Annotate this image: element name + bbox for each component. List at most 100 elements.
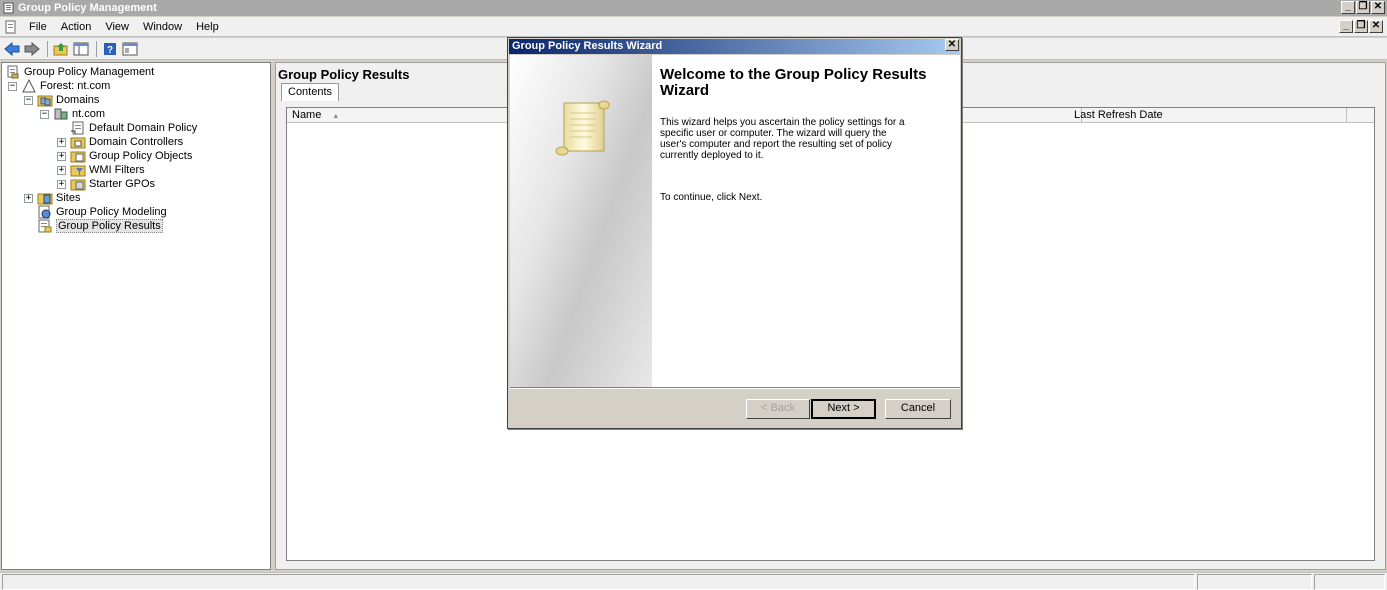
tree-label: Starter GPOs	[89, 178, 156, 190]
tree-item-domains[interactable]: − Domains	[24, 93, 99, 107]
gpmc-root-icon	[5, 65, 21, 79]
up-one-level-button[interactable]	[52, 40, 70, 58]
status-cell-3	[1314, 574, 1385, 590]
tree-item-root[interactable]: Group Policy Management	[5, 65, 154, 79]
app-title-bar[interactable]: Group Policy Management _ ❐ ✕	[0, 0, 1387, 16]
collapse-toggle[interactable]: −	[24, 95, 33, 105]
up-folder-icon	[53, 42, 68, 55]
minimize-button[interactable]: _	[1341, 1, 1355, 14]
console-tree[interactable]: Group Policy Management − Forest: nt.com…	[1, 62, 271, 570]
properties-button[interactable]	[121, 40, 139, 58]
scroll-icon	[555, 100, 610, 156]
pane-title: Group Policy Results	[278, 67, 410, 82]
help-icon: ?	[104, 42, 116, 56]
child-close-button[interactable]: ✕	[1369, 20, 1383, 33]
menu-view[interactable]: View	[98, 21, 136, 33]
wizard-heading: Welcome to the Group Policy Results Wiza…	[660, 66, 927, 99]
tree-item-starter-gpos[interactable]: + Starter GPOs	[57, 177, 155, 191]
collapse-toggle[interactable]: −	[40, 109, 49, 119]
tree-label: Sites	[56, 192, 81, 204]
menu-window[interactable]: Window	[136, 21, 189, 33]
filter-folder-icon	[70, 163, 86, 177]
status-bar	[0, 572, 1387, 590]
forest-icon	[21, 79, 37, 93]
tree-label: Domains	[56, 94, 100, 106]
wizard-continue-text: To continue, click Next.	[660, 192, 763, 203]
gpo-folder-icon	[70, 149, 86, 163]
ou-folder-icon	[70, 135, 86, 149]
app-title: Group Policy Management	[18, 2, 157, 14]
menu-bar: File Action View Window Help _ ❐ ✕	[0, 17, 1387, 37]
restore-button[interactable]: ❐	[1356, 1, 1370, 14]
menu-action[interactable]: Action	[54, 21, 99, 33]
expand-toggle[interactable]: +	[57, 179, 66, 189]
modeling-icon	[37, 205, 53, 219]
tree-label: Default Domain Policy	[89, 122, 198, 134]
sites-icon	[37, 191, 53, 205]
column-header-last-refresh-date[interactable]: Last Refresh Date	[1069, 108, 1347, 123]
toolbar-separator	[96, 40, 97, 57]
dialog-close-button[interactable]: ✕	[945, 39, 959, 51]
domains-folder-icon	[37, 93, 53, 107]
domain-icon	[53, 107, 69, 121]
tree-label: Group Policy Modeling	[56, 206, 167, 218]
back-button[interactable]	[3, 40, 21, 58]
sort-ascending-icon: ▲	[332, 113, 340, 120]
show-hide-tree-button[interactable]	[72, 40, 90, 58]
help-button[interactable]: ?	[101, 40, 119, 58]
column-label: Last Refresh Date	[1074, 109, 1163, 121]
tree-item-wmi-filters[interactable]: + WMI Filters	[57, 163, 145, 177]
gp-results-wizard-dialog: Group Policy Results Wizard ✕ Welcome to…	[507, 37, 962, 429]
gpmc-app-icon	[3, 2, 14, 14]
close-button[interactable]: ✕	[1371, 1, 1385, 14]
wizard-body: Welcome to the Group Policy Results Wiza…	[652, 55, 960, 387]
tree-item-forest[interactable]: − Forest: nt.com	[8, 79, 110, 93]
tree-label: Group Policy Management	[24, 66, 155, 78]
tree-label: nt.com	[72, 108, 106, 120]
forward-button[interactable]	[23, 40, 41, 58]
wizard-description: This wizard helps you ascertain the poli…	[660, 117, 905, 161]
tab-contents[interactable]: Contents	[281, 83, 340, 101]
tree-label: Domain Controllers	[89, 136, 184, 148]
tree-item-gp-modeling[interactable]: Group Policy Modeling	[37, 205, 167, 219]
cancel-button[interactable]: Cancel	[885, 399, 951, 419]
wizard-banner	[510, 55, 652, 387]
collapse-toggle[interactable]: −	[8, 81, 17, 91]
system-menu-icon[interactable]	[4, 20, 18, 34]
dialog-title: Group Policy Results Wizard	[512, 40, 663, 52]
tree-item-group-policy-objects[interactable]: + Group Policy Objects	[57, 149, 192, 163]
status-cell-main	[2, 574, 1195, 590]
child-restore-button[interactable]: ❐	[1354, 20, 1368, 33]
expand-toggle[interactable]: +	[57, 165, 66, 175]
starter-gpo-folder-icon	[70, 177, 86, 191]
menu-file[interactable]: File	[22, 21, 54, 33]
svg-text:?: ?	[107, 45, 113, 56]
tree-item-domain-controllers[interactable]: + Domain Controllers	[57, 135, 183, 149]
toolbar-separator	[47, 40, 48, 57]
status-cell-2	[1197, 574, 1312, 590]
tree-label-selected: Group Policy Results	[56, 219, 163, 233]
results-icon	[37, 219, 53, 233]
expand-toggle[interactable]: +	[57, 151, 66, 161]
back-button[interactable]: < Back	[746, 399, 810, 419]
tree-label: Group Policy Objects	[89, 150, 193, 162]
properties-icon	[122, 42, 138, 55]
child-minimize-button[interactable]: _	[1339, 20, 1353, 33]
column-label: Name	[292, 109, 322, 121]
dialog-title-bar[interactable]: Group Policy Results Wizard	[509, 39, 960, 54]
tree-label: WMI Filters	[89, 164, 145, 176]
next-button[interactable]: Next >	[811, 399, 876, 419]
gpo-link-icon	[70, 121, 86, 135]
tree-item-gp-results[interactable]: Group Policy Results	[37, 219, 163, 233]
menu-help[interactable]: Help	[189, 21, 226, 33]
back-arrow-icon	[4, 41, 20, 56]
show-hide-tree-icon	[73, 42, 89, 55]
dialog-divider	[510, 387, 960, 389]
tree-item-sites[interactable]: + Sites	[24, 191, 80, 205]
tree-label: Forest: nt.com	[40, 80, 111, 92]
tree-item-default-domain-policy[interactable]: Default Domain Policy	[70, 121, 197, 135]
expand-toggle[interactable]: +	[57, 137, 66, 147]
expand-toggle[interactable]: +	[24, 193, 33, 203]
forward-arrow-icon	[24, 41, 40, 56]
tree-item-domain-ntcom[interactable]: − nt.com	[40, 107, 105, 121]
